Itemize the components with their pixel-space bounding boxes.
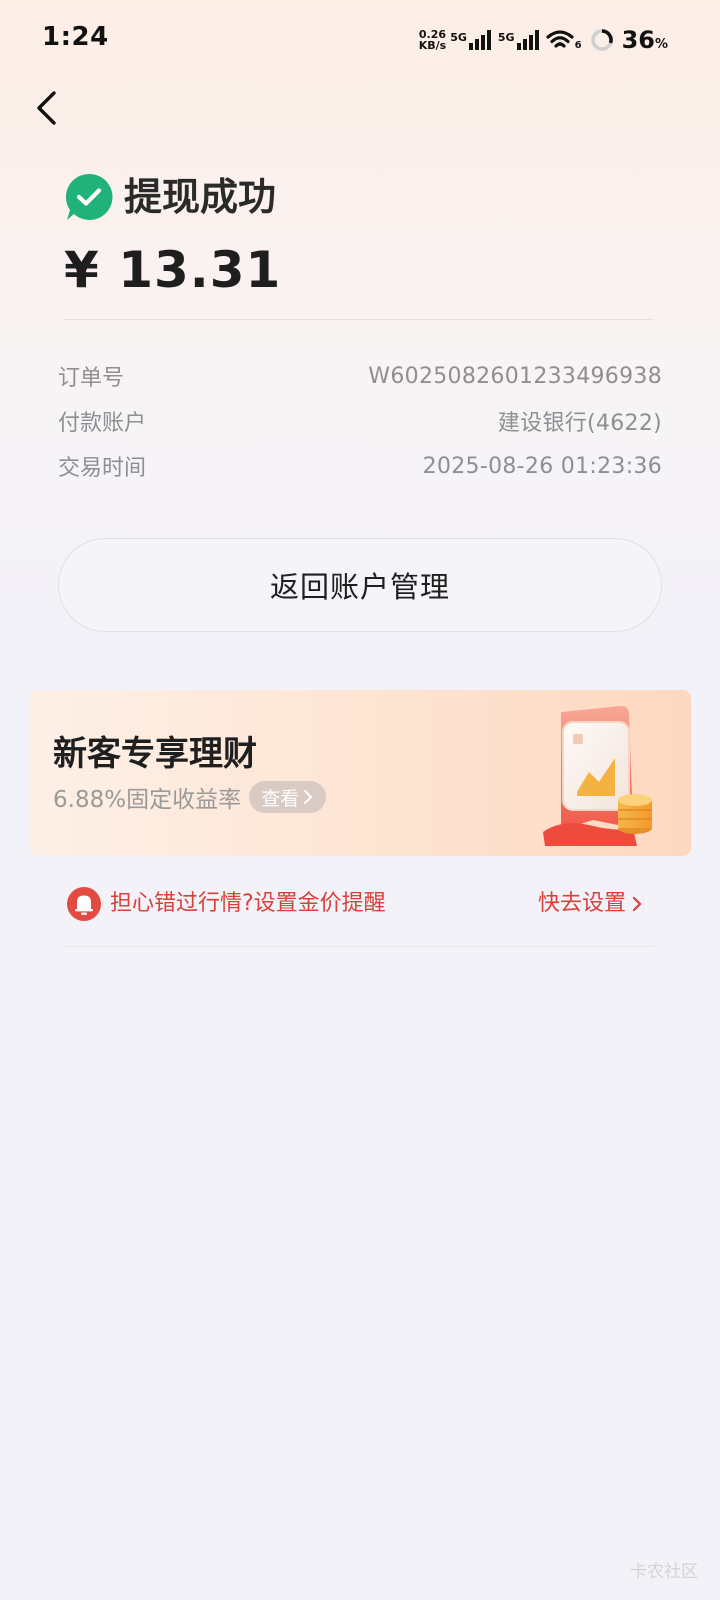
promo-title: 新客专享理财 bbox=[53, 734, 257, 774]
time-value: 2025-08-26 01:23:36 bbox=[422, 453, 662, 479]
promo-subtitle-row: 6.88%固定收益率 查看 bbox=[53, 780, 327, 814]
promo-subtitle: 6.88%固定收益率 bbox=[53, 787, 242, 813]
network-speed: 0.26 KB/s bbox=[419, 29, 446, 51]
detail-row-time: 交易时间 2025-08-26 01:23:36 bbox=[58, 446, 662, 486]
status-icons: 0.26 KB/s 5G 5G 6 36% bbox=[419, 24, 668, 56]
detail-row-account: 付款账户 建设银行(4622) bbox=[58, 401, 662, 441]
divider bbox=[64, 319, 654, 320]
promo-banner[interactable]: 新客专享理财 6.88%固定收益率 查看 bbox=[29, 690, 691, 856]
bell-icon bbox=[67, 887, 101, 921]
detail-row-order: 订单号 W6025082601233496938 bbox=[58, 356, 662, 396]
check-circle-icon bbox=[65, 173, 113, 220]
go-set-alert-link[interactable]: 快去设置 bbox=[538, 884, 642, 924]
finance-card-illustration bbox=[543, 706, 652, 846]
divider bbox=[64, 946, 654, 947]
watermark: 卡农社区 bbox=[630, 1562, 698, 1582]
wifi-icon bbox=[545, 30, 574, 48]
signal-icon bbox=[516, 30, 539, 50]
order-label: 订单号 bbox=[58, 366, 125, 391]
sim2-label: 5G bbox=[497, 31, 515, 44]
price-alert-text[interactable]: 担心错过行情?设置金价提醒 bbox=[110, 884, 386, 924]
chevron-right-icon bbox=[632, 896, 642, 912]
network-speed-unit: KB/s bbox=[418, 39, 447, 52]
chevron-right-icon bbox=[304, 790, 313, 804]
time-label: 交易时间 bbox=[58, 456, 147, 481]
sim1-signal: 5G bbox=[450, 29, 494, 51]
promo-view-label: 查看 bbox=[261, 787, 300, 810]
battery-value: 36 bbox=[621, 26, 655, 54]
battery-unit: % bbox=[654, 37, 668, 52]
status-time: 1:24 bbox=[42, 22, 109, 52]
order-value: W6025082601233496938 bbox=[368, 363, 662, 389]
chevron-left-icon bbox=[37, 91, 56, 125]
withdraw-amount: ¥ 13.31 bbox=[64, 241, 282, 299]
promo-view-button[interactable]: 查看 bbox=[249, 781, 327, 813]
battery-ring-icon bbox=[590, 29, 613, 51]
battery-level: 36% bbox=[622, 26, 668, 54]
wifi-status: 6 bbox=[545, 29, 582, 51]
back-to-account-button[interactable]: 返回账户管理 bbox=[58, 538, 662, 632]
account-label: 付款账户 bbox=[58, 411, 147, 436]
signal-icon bbox=[468, 30, 491, 50]
account-value: 建设银行(4622) bbox=[497, 411, 662, 436]
sim1-label: 5G bbox=[450, 31, 467, 44]
sim2-signal: 5G bbox=[498, 29, 542, 51]
back-button[interactable] bbox=[26, 88, 66, 128]
go-set-alert-label: 快去设置 bbox=[537, 891, 626, 916]
wifi-sub-label: 6 bbox=[574, 40, 582, 51]
success-title: 提现成功 bbox=[124, 175, 277, 219]
